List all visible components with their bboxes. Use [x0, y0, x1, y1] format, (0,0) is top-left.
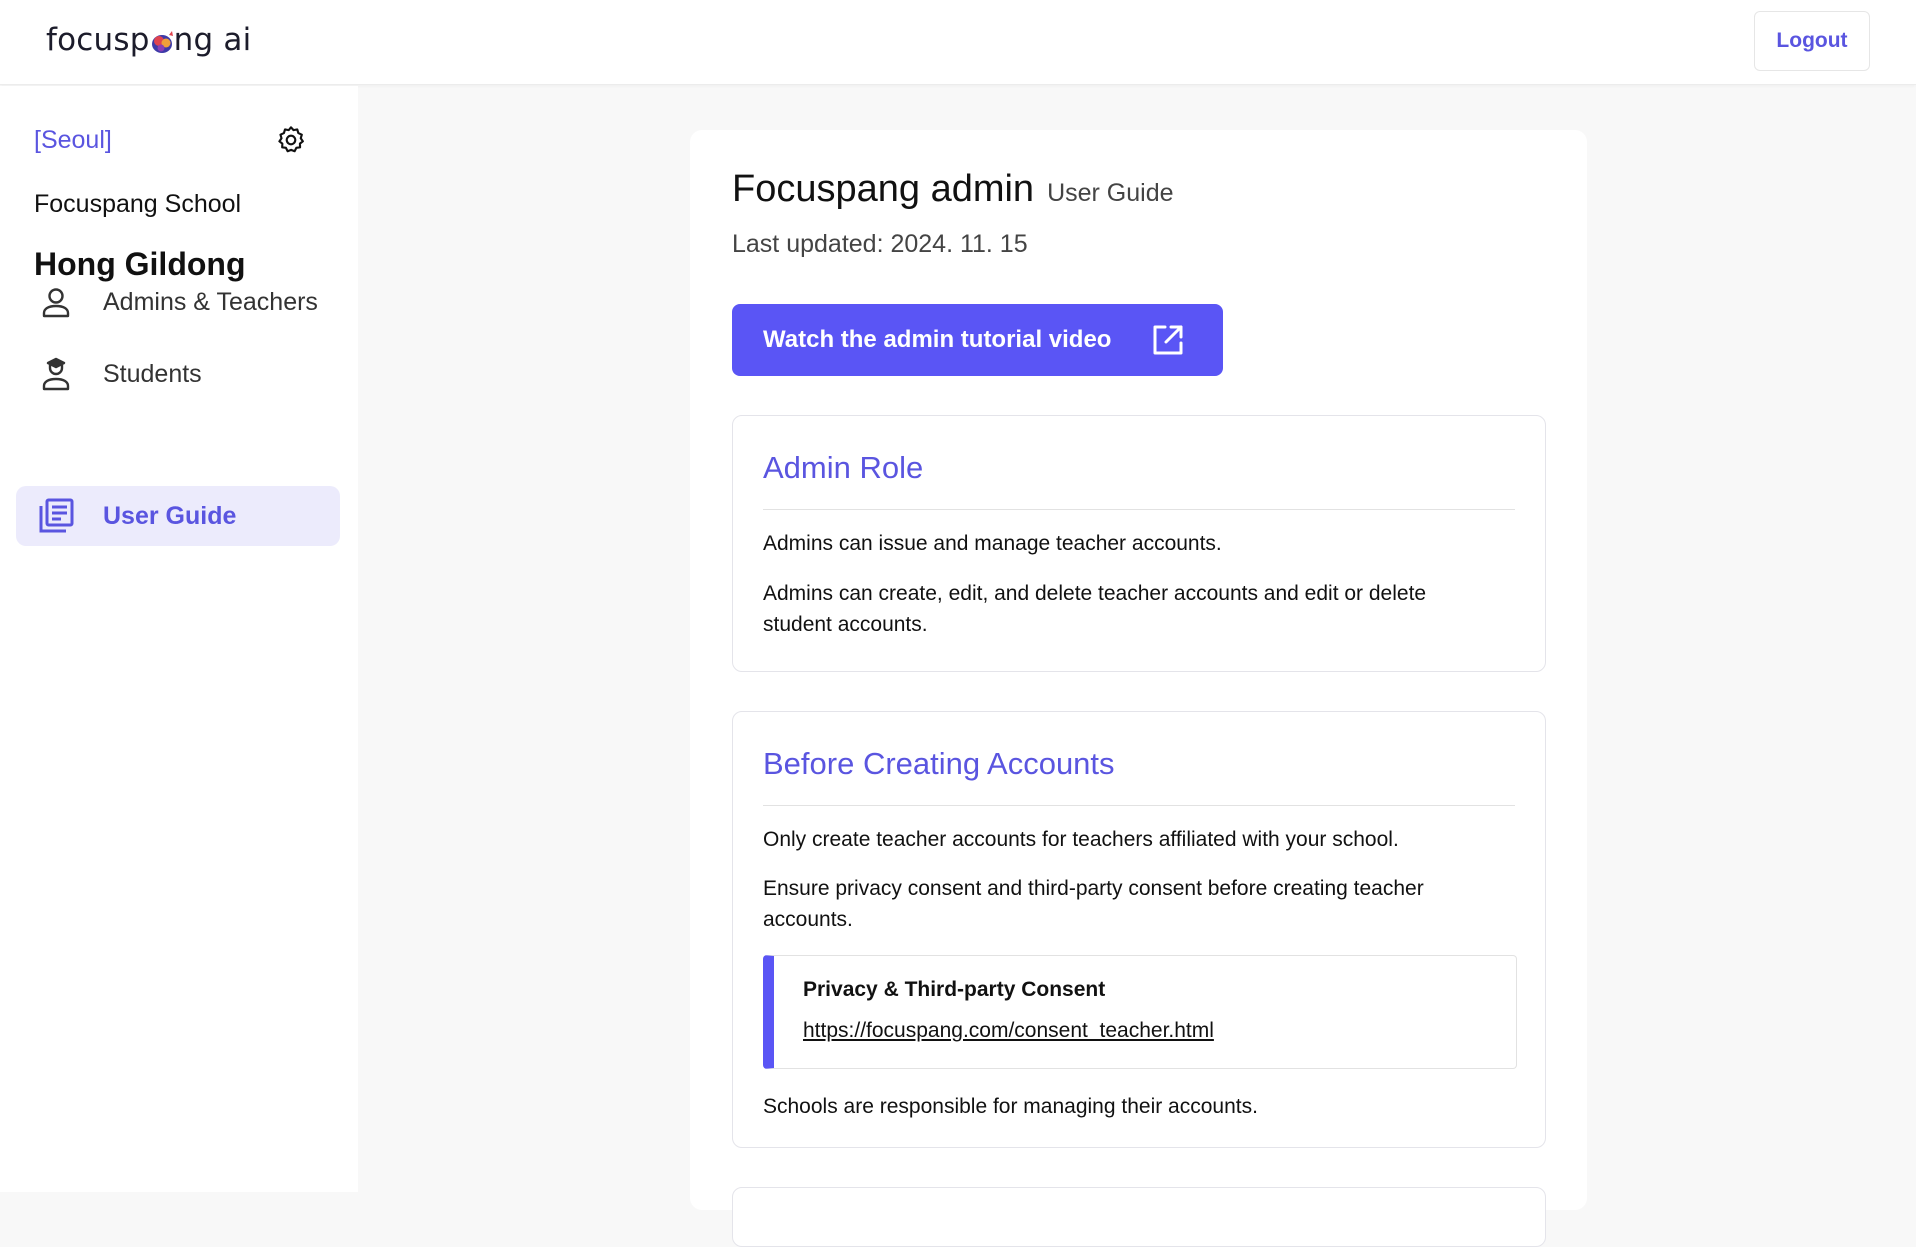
- logout-button[interactable]: Logout: [1754, 11, 1870, 71]
- section-heading: Admin Role: [763, 450, 924, 485]
- last-updated: Last updated: 2024. 11. 15: [732, 230, 1028, 258]
- logo[interactable]: focusp ng ai: [46, 22, 251, 58]
- consent-link[interactable]: https://focuspang.com/consent_teacher.ht…: [803, 1019, 1214, 1043]
- watch-tutorial-label: Watch the admin tutorial video: [763, 326, 1112, 353]
- sidebar-item-user-guide[interactable]: User Guide: [16, 486, 340, 546]
- section-paragraph: Schools are responsible for managing the…: [763, 1095, 1258, 1118]
- gear-icon[interactable]: [275, 124, 307, 156]
- sidebar: [Seoul] Focuspang School Hong Gildong Ad…: [0, 86, 358, 1192]
- sidebar-item-label: User Guide: [103, 501, 237, 530]
- external-link-icon: [1153, 325, 1183, 355]
- section-paragraph: Ensure privacy consent and third-party c…: [763, 877, 1424, 931]
- section-paragraph: Admins can create, edit, and delete teac…: [763, 582, 1427, 636]
- sidebar-item-label: Admins & Teachers: [103, 287, 318, 316]
- logo-mark-icon: [151, 31, 173, 53]
- page-title: Focuspang admin: [732, 168, 1035, 210]
- region-link[interactable]: [Seoul]: [34, 126, 112, 155]
- section-before-creating-accounts: Before Creating Accounts Only create tea…: [732, 711, 1546, 1148]
- section-divider: [763, 805, 1515, 806]
- watch-tutorial-button[interactable]: Watch the admin tutorial video: [732, 304, 1223, 376]
- consent-title: Privacy & Third-party Consent: [803, 978, 1106, 1001]
- book-icon: [39, 498, 74, 533]
- sidebar-item-label: Students: [103, 359, 202, 388]
- section-heading: Before Creating Accounts: [763, 746, 1115, 781]
- top-header: focusp ng ai Logout: [0, 0, 1916, 85]
- page-subtitle: User Guide: [1047, 179, 1174, 207]
- sidebar-item-admins-teachers[interactable]: Admins & Teachers: [16, 272, 340, 332]
- logo-text-end: ng ai: [173, 22, 252, 58]
- sidebar-item-students[interactable]: Students: [16, 344, 340, 404]
- consent-callout: Privacy & Third-party Consent https://fo…: [763, 955, 1517, 1069]
- guide-card: Focuspang admin User Guide Last updated:…: [690, 130, 1587, 1247]
- section-paragraph: Admins can issue and manage teacher acco…: [763, 532, 1222, 555]
- school-name: Focuspang School: [34, 190, 242, 218]
- section-paragraph: Only create teacher accounts for teacher…: [763, 828, 1399, 851]
- graduate-icon: [42, 357, 70, 391]
- user-icon: [42, 288, 70, 318]
- section-next: [732, 1187, 1546, 1247]
- logo-text-start: focusp: [46, 22, 150, 58]
- section-admin-role: Admin Role Admins can issue and manage t…: [732, 415, 1546, 672]
- section-divider: [763, 509, 1515, 510]
- page-title-row: Focuspang admin User Guide: [732, 168, 1174, 211]
